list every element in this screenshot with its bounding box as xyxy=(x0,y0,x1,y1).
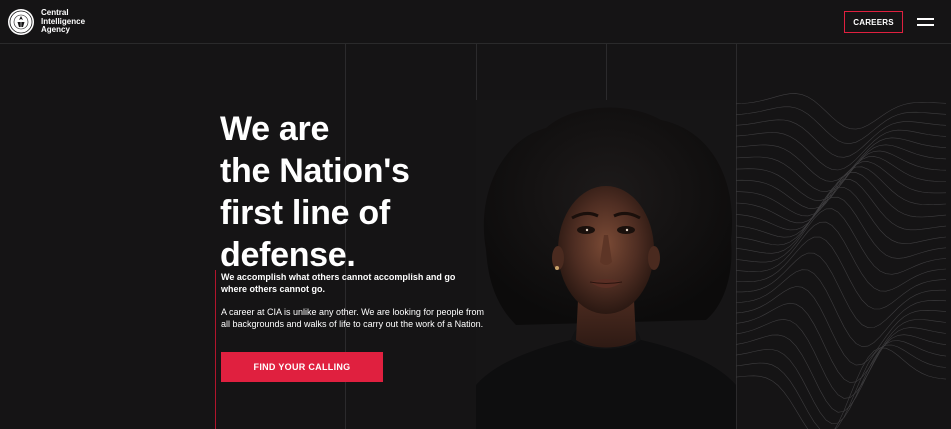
wave-line xyxy=(730,319,947,399)
wave-line xyxy=(730,166,947,224)
wave-line xyxy=(730,137,947,182)
wave-line xyxy=(730,144,947,193)
wave-line xyxy=(730,347,947,429)
topographic-wave-graphic xyxy=(730,93,947,429)
headline-line-2: the Nation's xyxy=(220,152,410,190)
cia-seal-icon[interactable] xyxy=(7,8,35,36)
headline-line-3: first line of xyxy=(220,194,390,232)
headline-line-4: defense. xyxy=(220,236,356,274)
wave-line xyxy=(730,340,947,425)
wave-line xyxy=(730,236,947,310)
wave-line xyxy=(730,344,947,429)
hero-headline: We are the Nation's first line of defens… xyxy=(220,108,480,276)
wave-line xyxy=(730,150,947,202)
wave-line xyxy=(730,334,947,413)
menu-bar-top xyxy=(917,18,934,20)
accent-rule xyxy=(215,270,216,429)
wave-line xyxy=(730,119,947,158)
hamburger-menu-icon[interactable] xyxy=(917,18,934,26)
menu-bar-bottom xyxy=(917,24,934,26)
wave-line xyxy=(730,286,947,366)
agency-logo-text[interactable]: Central Intelligence Agency xyxy=(41,8,111,35)
careers-button[interactable]: CAREERS xyxy=(844,11,903,33)
wave-line xyxy=(730,129,947,171)
wave-line xyxy=(730,106,947,144)
hero-subheading: We accomplish what others cannot accompl… xyxy=(221,272,456,294)
wave-line xyxy=(730,93,947,130)
wave-line xyxy=(730,269,947,347)
hero-portrait-image xyxy=(476,100,736,429)
wave-line xyxy=(730,208,947,275)
wave-line xyxy=(730,252,946,329)
hero-body-text: A career at CIA is unlike any other. We … xyxy=(221,307,484,329)
find-your-calling-button[interactable]: FIND YOUR CALLING xyxy=(221,352,383,382)
wave-line xyxy=(730,172,947,231)
headline-line-1: We are xyxy=(220,110,330,148)
logo-line-3: Agency xyxy=(41,25,70,34)
site-header: Central Intelligence Agency CAREERS xyxy=(0,0,951,44)
wave-line xyxy=(730,196,947,259)
